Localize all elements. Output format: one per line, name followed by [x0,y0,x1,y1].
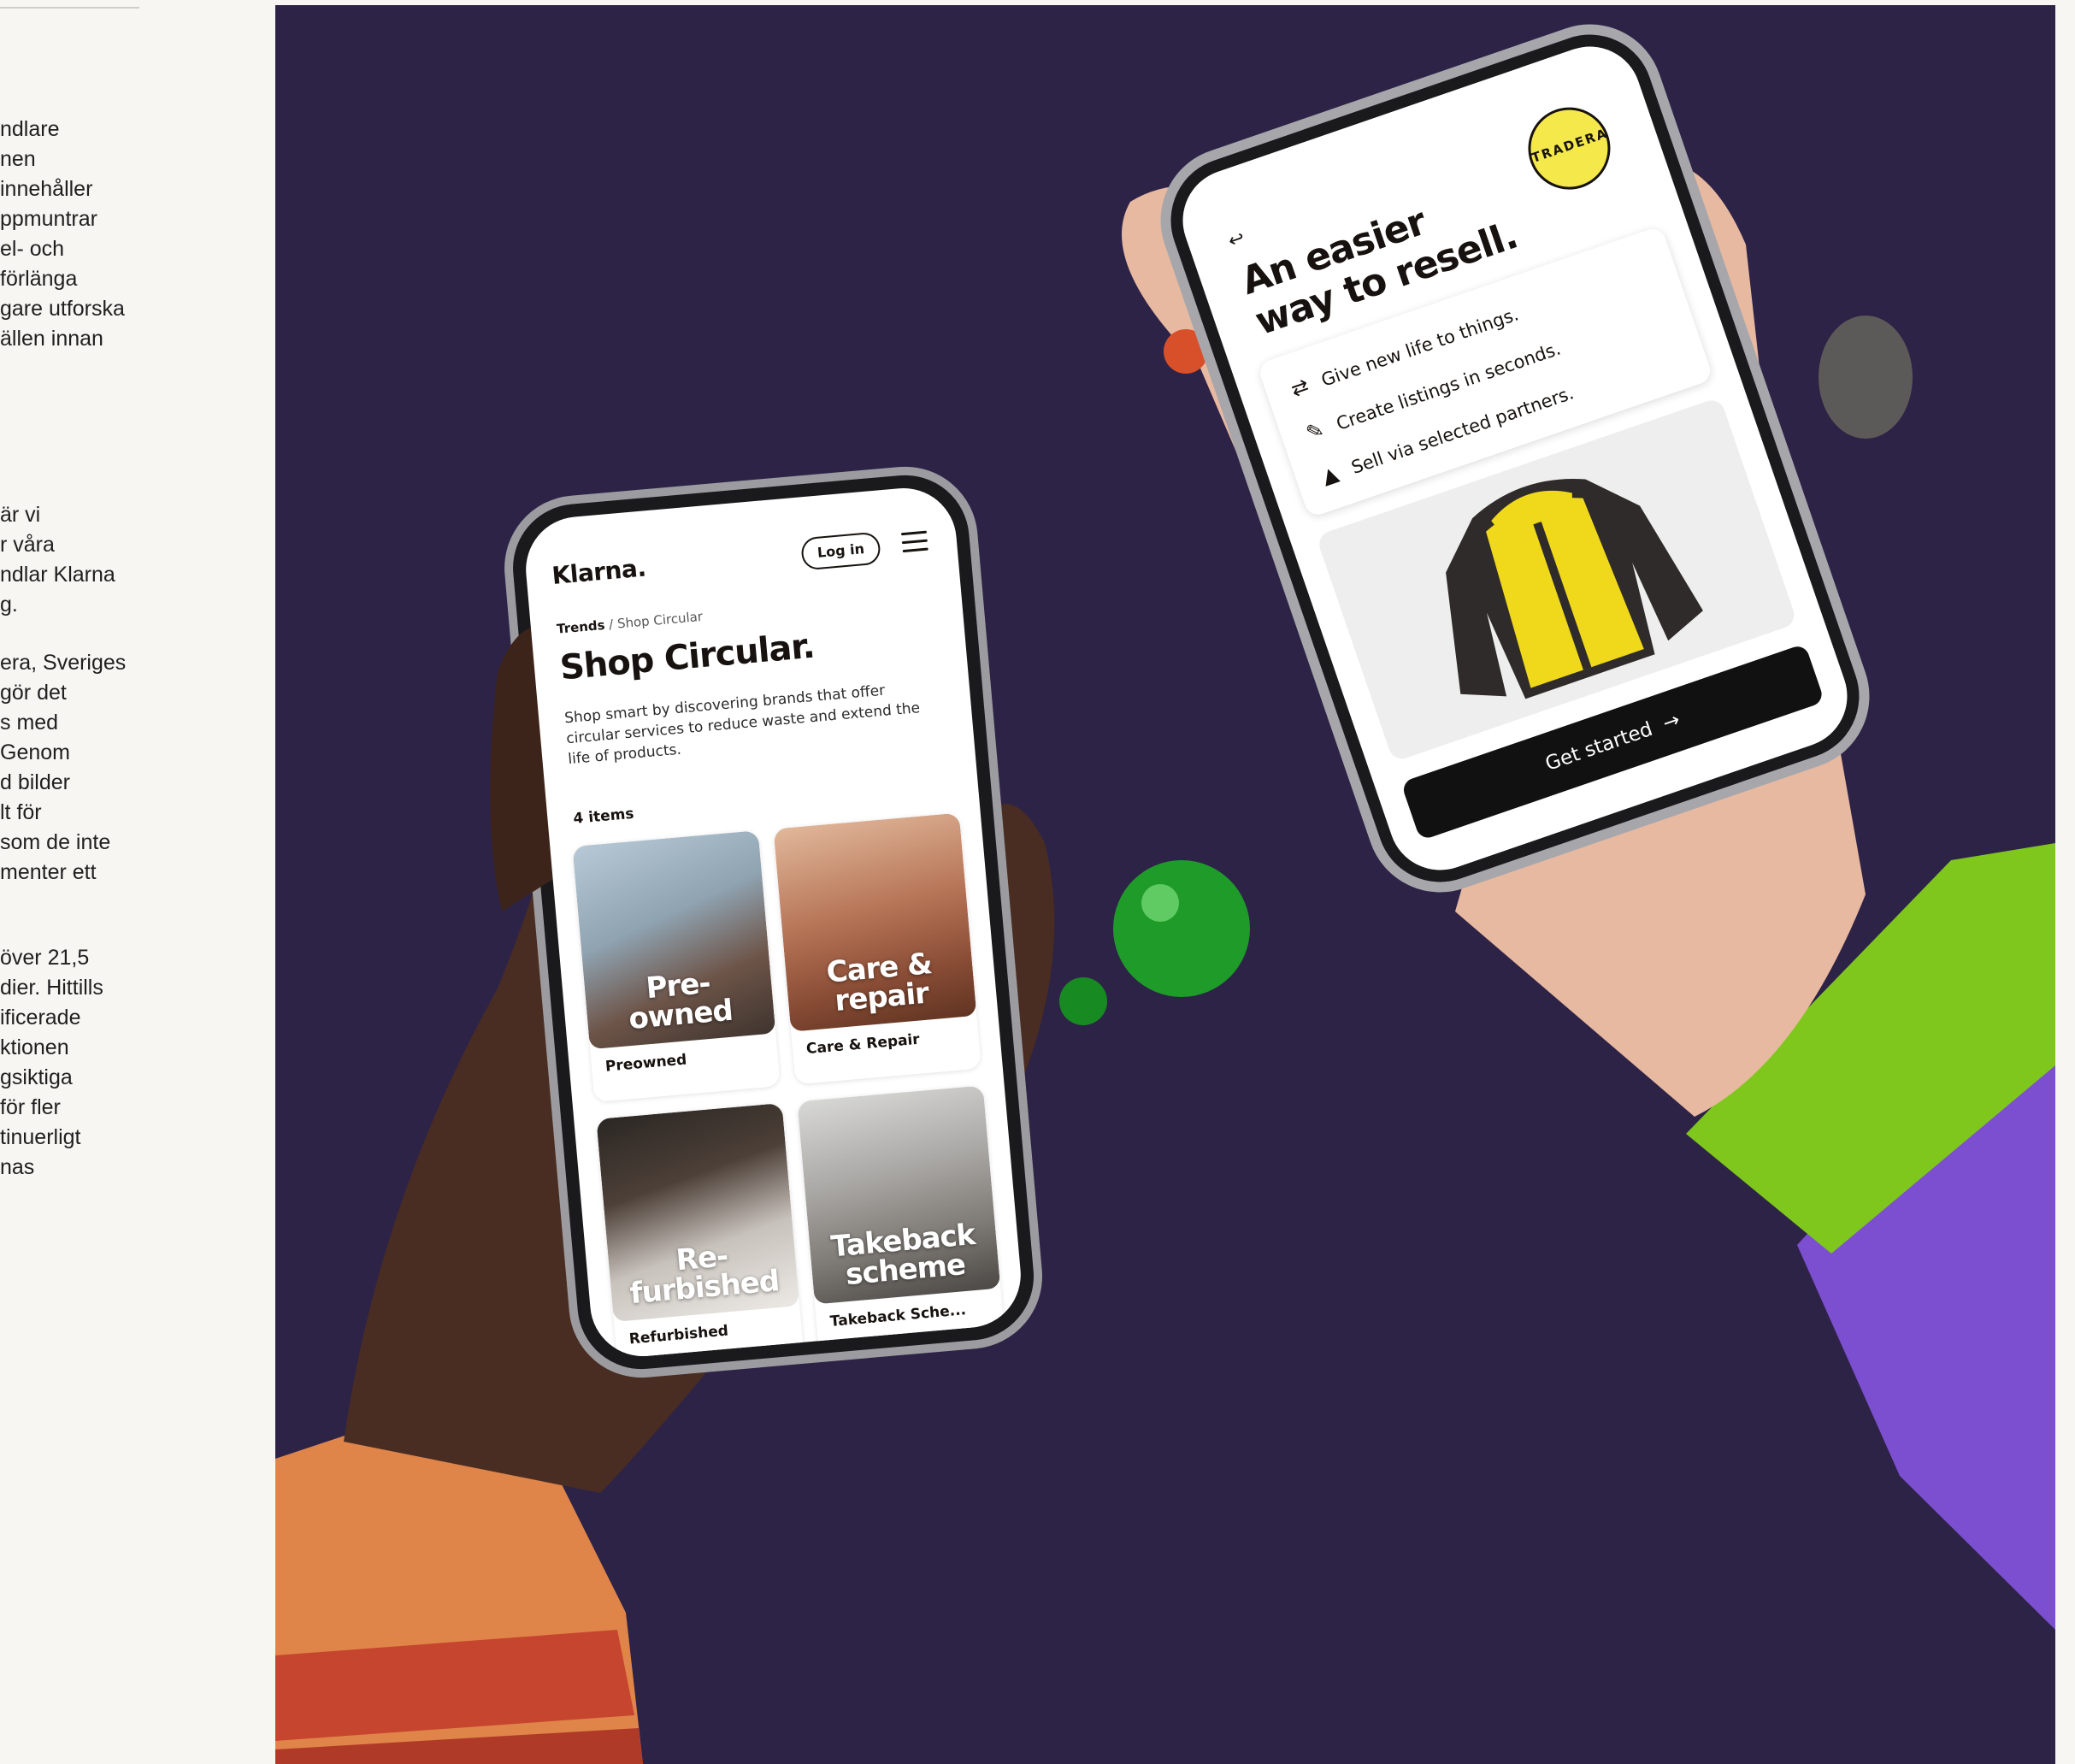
text-line: lt för [0,800,42,824]
text-line: är vi [0,503,41,527]
article-paragraph-3: era, Sveriges gör det s med Genom d bild… [0,648,275,888]
divider [0,7,139,9]
card-image: Pre- owned [572,830,776,1050]
klarna-logo[interactable]: Klarna. [551,553,646,589]
text-line: som de inte [0,830,111,854]
text-line: r våra [0,533,55,557]
text-line: tinuerligt [0,1125,81,1149]
text-line: ällen innan [0,327,103,351]
ring [1819,316,1913,439]
article-paragraph-2: är vi r våra ndlar Klarna g. [0,500,275,620]
category-card-takeback[interactable]: Takeback scheme Takeback Sche... [797,1085,1005,1358]
card-label: Refurbished [628,1322,729,1348]
text-line: el- och [0,237,65,261]
text-line: ndlar Klarna [0,563,115,587]
tradera-badge-icon: TRADERA [1517,96,1622,201]
text-line: s med [0,711,59,735]
text-line: gare utforska [0,297,125,321]
recycle-arrows-icon: ⇄ [1288,373,1312,402]
breadcrumb-separator: / [608,617,615,633]
hamburger-menu-icon[interactable] [900,530,928,556]
card-overlay-text: Care & repair [825,947,934,1018]
text-line: era, Sveriges [0,651,127,675]
breadcrumb: Trends / Shop Circular [556,609,703,637]
category-card-care-repair[interactable]: Care & repair Care & Repair [773,812,981,1085]
card-image: Takeback scheme [797,1085,1001,1305]
text-line: ppmuntrar [0,207,97,231]
article-paragraph-4: över 21,5 dier. Hittills ificerade ktion… [0,943,275,1183]
text-line: dier. Hittills [0,976,103,1000]
text-line: nen [0,147,36,171]
category-card-refurbished[interactable]: Re- furbished Refurbished [596,1102,805,1361]
page-title: Shop Circular. [558,626,816,688]
text-line: ktionen [0,1035,69,1059]
card-overlay-text: Re- furbished [628,1239,781,1312]
category-card-preowned[interactable]: Pre- owned Preowned [572,830,781,1103]
text-line: gör det [0,681,67,705]
card-label: Preowned [604,1051,688,1076]
text-line: ndlare [0,117,60,141]
text-line: d bilder [0,770,70,794]
item-count: 4 items [572,805,635,828]
klarna-phone-screen: Klarna. Log in Trends / Shop Circular Sh… [522,483,1025,1361]
article-text-column: ndlare nen innehåller ppmuntrar el- och … [0,0,275,1764]
hero-photo: Klarna. Log in Trends / Shop Circular Sh… [275,5,2055,1764]
text-line: nas [0,1155,35,1179]
cta-label: Get started [1542,717,1656,776]
arrow-right-icon: → [1654,708,1683,738]
app-header: Klarna. Log in [550,520,934,605]
breadcrumb-current: Shop Circular [616,608,704,632]
edit-pen-icon: ✎ [1302,416,1328,445]
hands-illustration [275,24,2055,1764]
text-line: g. [0,593,18,617]
text-line: innehåller [0,177,93,201]
text-line: förlänga [0,267,78,291]
back-arrow-icon[interactable]: ↩ [1226,227,1248,253]
card-overlay-text: Takeback scheme [829,1217,976,1293]
card-label: Takeback Sche... [829,1301,967,1330]
text-line: gsiktiga [0,1065,73,1089]
green-glass-ball [1059,977,1107,1025]
login-button[interactable]: Log in [799,531,881,571]
badge-text: TRADERA [1530,125,1611,166]
text-line: för fler [0,1095,61,1119]
text-line: över 21,5 [0,946,90,970]
breadcrumb-trends-link[interactable]: Trends [556,617,605,637]
page-description: Shop smart by discovering brands that of… [563,681,921,769]
text-line: menter ett [0,860,97,884]
card-image: Re- furbished [596,1102,800,1323]
text-line: ificerade [0,1006,81,1029]
text-line: Genom [0,740,70,764]
megaphone-icon: ▲ [1318,461,1341,489]
card-image: Care & repair [773,812,977,1032]
green-glass-ball [1113,860,1250,997]
article-paragraph-1: ndlare nen innehåller ppmuntrar el- och … [0,115,275,354]
card-overlay-text: Pre- owned [627,965,734,1037]
card-label: Care & Repair [805,1030,921,1059]
